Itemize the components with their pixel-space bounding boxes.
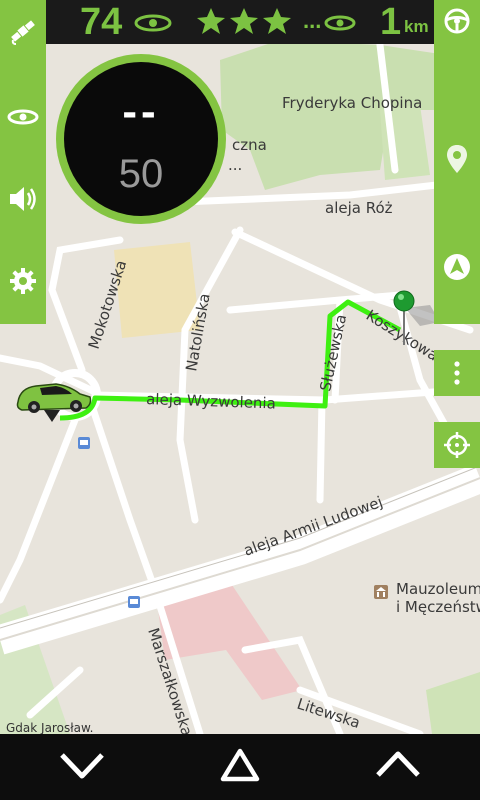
star-icon [230,8,258,34]
steering-wheel-icon [443,7,471,40]
street-label: aleja Róż [325,199,393,217]
zoom-in-button[interactable] [368,744,428,790]
satellite-icon [8,16,38,51]
crosshair-icon [434,422,480,468]
poi-label: Mauzoleum [396,580,480,598]
bottom-bar [0,734,480,800]
places-button[interactable] [434,138,480,184]
star-icon [197,8,225,34]
distance-unit: km [404,17,429,36]
tram-stop-icon[interactable] [78,437,90,449]
speaker-icon [7,184,39,219]
gps-signal-icon [134,10,172,41]
more-button[interactable] [434,350,480,396]
street-label: czna [232,136,267,154]
street-label: ... [228,156,242,174]
speed-readout: 74 [80,1,123,43]
location-pin-icon [445,143,469,180]
tram-stop-icon[interactable] [128,596,140,608]
museum-icon[interactable] [374,585,388,599]
settings-button[interactable] [0,260,46,306]
speedometer: -- 50 [56,54,226,224]
gps-signal-icon [324,12,356,39]
navigation-arrow-icon [442,252,472,287]
status-bar: 74 ... 1 km [0,0,480,44]
chevron-up-icon [374,750,422,785]
locate-me-button[interactable] [434,422,480,468]
chevron-down-icon [58,750,106,785]
map-attribution: Gdak Jarosław. [6,721,94,735]
more-vertical-icon [434,350,480,396]
gps-signal-icon [7,106,39,133]
satellite-button[interactable] [0,10,46,56]
gear-icon [9,267,37,300]
street-label: Fryderyka Chopina [282,94,422,112]
current-speed: -- [122,87,160,136]
navigation-button[interactable] [434,246,480,292]
star-icon [263,8,291,34]
rating-stars [196,6,292,41]
speed-limit: 50 [118,152,164,196]
ellipsis-text: ... [303,8,322,33]
poi-label: i Męczeństw [396,598,480,616]
left-toolbar [0,0,46,324]
right-toolbar [434,0,480,324]
volume-button[interactable] [0,178,46,224]
drive-mode-button[interactable] [434,0,480,46]
zoom-out-button[interactable] [52,744,112,790]
tilt-view-button[interactable] [210,744,270,790]
distance-readout: 1 [380,1,402,43]
gps-button[interactable] [0,96,46,142]
triangle-up-icon [220,747,260,788]
